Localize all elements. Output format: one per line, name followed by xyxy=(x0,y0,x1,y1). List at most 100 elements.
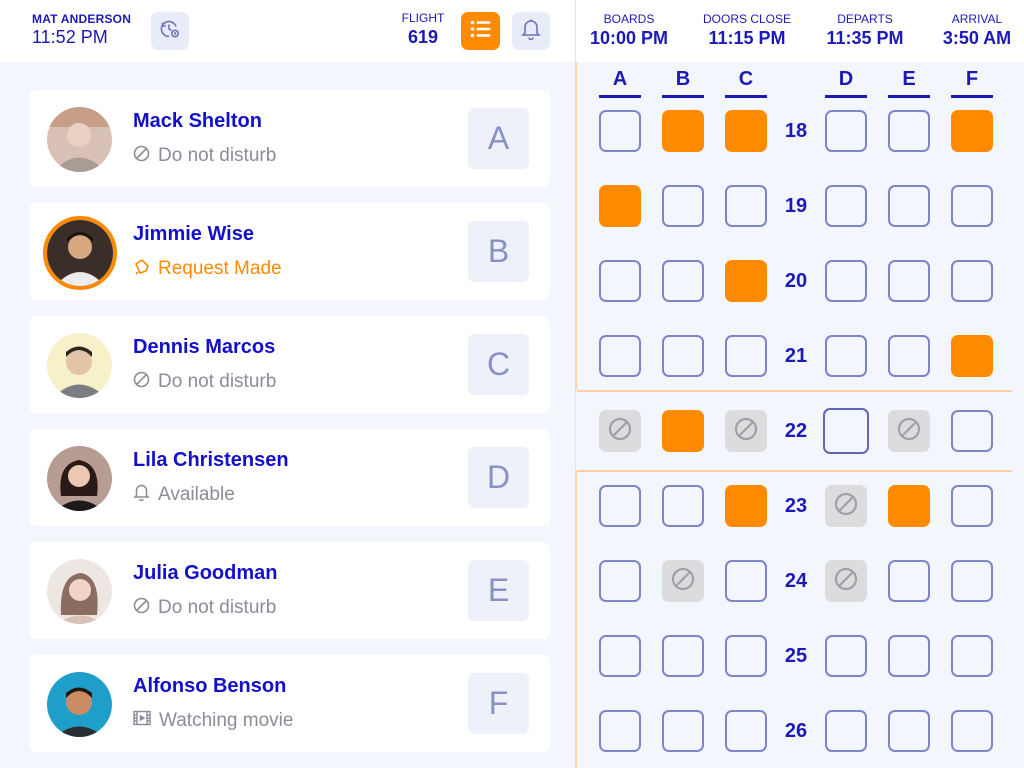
seat-18D[interactable] xyxy=(825,110,867,152)
bell-icon xyxy=(521,18,541,45)
avatar xyxy=(47,559,112,624)
passenger-status: Watching movie xyxy=(133,710,293,732)
seat-26F[interactable] xyxy=(951,710,993,752)
cabin-section-divider xyxy=(575,471,577,768)
seat-19E[interactable] xyxy=(888,185,930,227)
seat-25A[interactable] xyxy=(599,635,641,677)
cabin-section-divider xyxy=(575,62,577,390)
seat-23A[interactable] xyxy=(599,485,641,527)
arrival-info: ARRIVAL 3:50 AM xyxy=(934,12,1020,49)
seat-23E[interactable] xyxy=(888,485,930,527)
seat-21C[interactable] xyxy=(725,335,767,377)
seat-25B[interactable] xyxy=(662,635,704,677)
passenger-name: Lila Christensen xyxy=(133,449,289,471)
passenger-card-active[interactable]: Jimmie Wise Request Made B xyxy=(29,203,550,300)
seat-22B[interactable] xyxy=(662,410,704,452)
history-button[interactable] xyxy=(151,12,189,50)
seat-20A[interactable] xyxy=(599,260,641,302)
seat-column-header: D xyxy=(838,68,854,90)
passenger-card[interactable]: Lila Christensen Available D xyxy=(29,429,550,526)
do-not-disturb-icon xyxy=(133,371,150,394)
seat-19A[interactable] xyxy=(599,185,641,227)
seat-26A[interactable] xyxy=(599,710,641,752)
seat-26D[interactable] xyxy=(825,710,867,752)
seat-18C[interactable] xyxy=(725,110,767,152)
seat-column-header: C xyxy=(738,68,754,90)
seat-23C[interactable] xyxy=(725,485,767,527)
flight-number: 619 xyxy=(407,27,439,47)
arrival-time: 3:50 AM xyxy=(942,28,1012,48)
seat-22E[interactable] xyxy=(888,410,930,452)
seat-row-number: 19 xyxy=(784,195,808,217)
seat-26B[interactable] xyxy=(662,710,704,752)
seat-20D[interactable] xyxy=(825,260,867,302)
passenger-status: Available xyxy=(133,484,235,506)
status-text: Request Made xyxy=(158,258,282,279)
bell-icon xyxy=(133,483,150,507)
seat-24B[interactable] xyxy=(662,560,704,602)
notifications-button[interactable] xyxy=(512,12,550,50)
seat-column-header: F xyxy=(965,68,979,90)
seat-25E[interactable] xyxy=(888,635,930,677)
seat-20F[interactable] xyxy=(951,260,993,302)
seat-24E[interactable] xyxy=(888,560,930,602)
do-not-disturb-icon xyxy=(133,597,150,620)
seat-21E[interactable] xyxy=(888,335,930,377)
seat-21D[interactable] xyxy=(825,335,867,377)
passenger-card[interactable]: Julia Goodman Do not disturb E xyxy=(29,542,550,639)
seat-20C[interactable] xyxy=(725,260,767,302)
seat-18B[interactable] xyxy=(662,110,704,152)
seat-22D[interactable] xyxy=(823,408,869,454)
seat-19D[interactable] xyxy=(825,185,867,227)
boards-time: 10:00 PM xyxy=(589,28,669,48)
doors-close-label: DOORS CLOSE xyxy=(702,12,792,26)
seat-25C[interactable] xyxy=(725,635,767,677)
list-icon xyxy=(470,20,492,43)
seat-24A[interactable] xyxy=(599,560,641,602)
crew-member-name: MAT ANDERSON xyxy=(32,12,132,26)
seat-19C[interactable] xyxy=(725,185,767,227)
seat-21A[interactable] xyxy=(599,335,641,377)
departs-label: DEPARTS xyxy=(837,12,893,26)
passenger-status: Do not disturb xyxy=(133,371,276,393)
seat-23D[interactable] xyxy=(825,485,867,527)
list-view-button[interactable] xyxy=(461,12,500,50)
seat-18F[interactable] xyxy=(951,110,993,152)
seat-22A[interactable] xyxy=(599,410,641,452)
seat-23B[interactable] xyxy=(662,485,704,527)
seat-row-number: 23 xyxy=(784,495,808,517)
seat-18E[interactable] xyxy=(888,110,930,152)
seat-26C[interactable] xyxy=(725,710,767,752)
do-not-disturb-icon xyxy=(133,145,150,168)
blocked-seat-icon xyxy=(670,566,696,597)
passenger-card[interactable]: Dennis Marcos Do not disturb C xyxy=(29,316,550,413)
boards-info: BOARDS 10:00 PM xyxy=(584,12,674,49)
seat-row-number: 20 xyxy=(784,270,808,292)
column-underline xyxy=(888,95,930,98)
seat-25F[interactable] xyxy=(951,635,993,677)
avatar xyxy=(43,216,117,290)
seat-22F[interactable] xyxy=(951,410,993,452)
passenger-card[interactable]: Mack Shelton Do not disturb A xyxy=(29,90,550,187)
seat-19B[interactable] xyxy=(662,185,704,227)
seat-24D[interactable] xyxy=(825,560,867,602)
seat-25D[interactable] xyxy=(825,635,867,677)
seat-20B[interactable] xyxy=(662,260,704,302)
seat-21B[interactable] xyxy=(662,335,704,377)
seat-column-header: E xyxy=(902,68,916,90)
seat-row-number: 21 xyxy=(784,345,808,367)
seat-22C[interactable] xyxy=(725,410,767,452)
seat-24C[interactable] xyxy=(725,560,767,602)
seat-23F[interactable] xyxy=(951,485,993,527)
seat-19F[interactable] xyxy=(951,185,993,227)
passenger-name: Mack Shelton xyxy=(133,110,262,132)
crew-header: MAT ANDERSON 11:52 PM FLIGHT 619 xyxy=(0,0,575,62)
flight-label: FLIGHT xyxy=(401,11,445,25)
seat-21F[interactable] xyxy=(951,335,993,377)
seat-18A[interactable] xyxy=(599,110,641,152)
seat-26E[interactable] xyxy=(888,710,930,752)
seat-20E[interactable] xyxy=(888,260,930,302)
seat-24F[interactable] xyxy=(951,560,993,602)
seat-letter-badge: D xyxy=(468,447,529,508)
passenger-card[interactable]: Alfonso Benson Watching movie F xyxy=(29,655,550,752)
